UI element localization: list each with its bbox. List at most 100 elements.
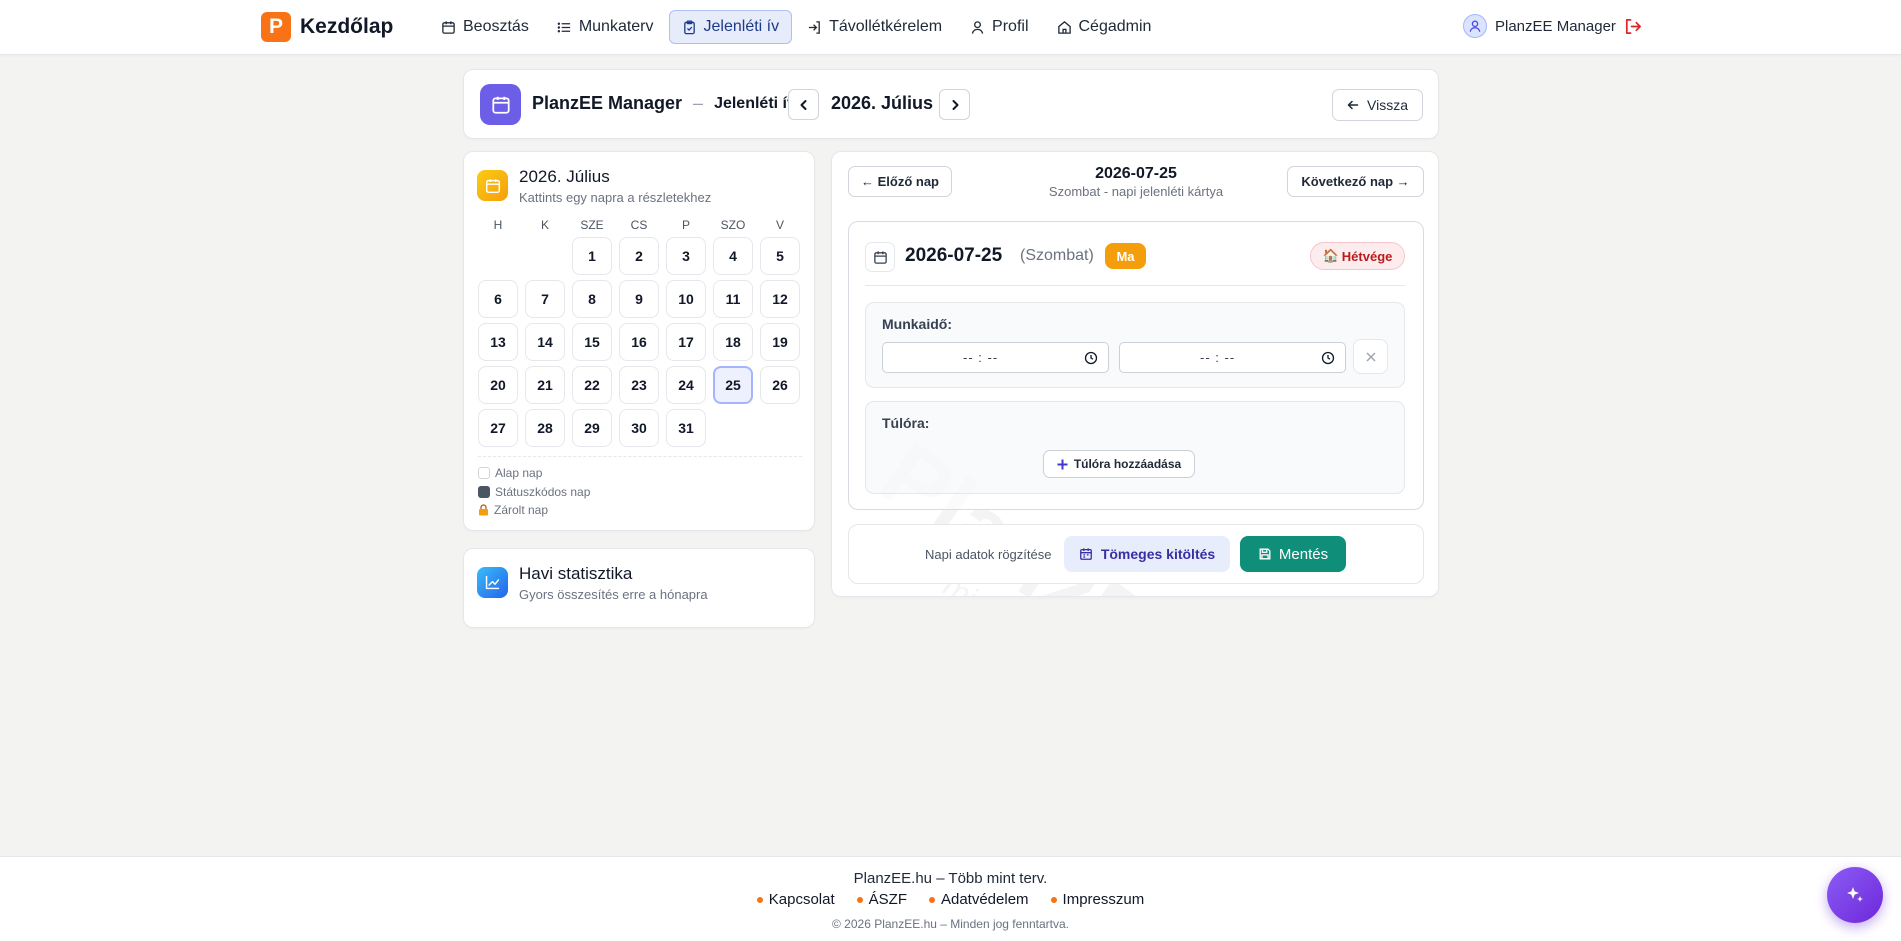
monthly-stats[interactable]: Havi statisztika Gyors összesítés erre a… [463, 548, 815, 628]
close-icon [1366, 352, 1375, 361]
calendar-day[interactable]: 24 [666, 366, 706, 404]
weekday-header: K [540, 218, 549, 232]
footer-links: Kapcsolat ÁSZF Adatvédelem Impresszum [0, 891, 1901, 908]
divider [478, 456, 802, 457]
clear-time-button[interactable] [1353, 339, 1388, 374]
calendar-day[interactable]: 2 [619, 237, 659, 275]
calendar-day[interactable]: 8 [572, 280, 612, 318]
company-name: PlanzEE Manager [532, 93, 683, 113]
calendar-day[interactable]: 26 [760, 366, 800, 404]
calendar-day[interactable]: 3 [666, 237, 706, 275]
calendar-day[interactable]: 12 [760, 280, 800, 318]
calendar-day[interactable]: 15 [572, 323, 612, 361]
nav-item-profil[interactable]: Profil [957, 10, 1041, 44]
calendar-day[interactable]: 14 [525, 323, 565, 361]
work-time-label: Munkaidő: [882, 316, 952, 332]
bulk-fill-button[interactable]: Tömeges kitöltés [1064, 536, 1230, 572]
next-month-button[interactable] [939, 89, 970, 120]
nav-item-beosztas[interactable]: Beosztás [428, 10, 542, 44]
chevron-right-icon [952, 99, 958, 110]
legend-basic-day: Alap nap [478, 466, 542, 480]
calendar-day[interactable]: 19 [760, 323, 800, 361]
logout-icon [1625, 18, 1641, 35]
home-icon [1057, 20, 1071, 34]
calendar-day[interactable]: 11 [713, 280, 753, 318]
calendar-day[interactable]: 9 [619, 280, 659, 318]
weekday-header: SZO [720, 218, 746, 232]
nav-label: Jelenléti ív [703, 18, 780, 35]
nav-item-munkaterv[interactable]: Munkaterv [544, 10, 667, 44]
footer-link-impresszum[interactable]: Impresszum [1050, 891, 1145, 908]
day-detail-panel: PlanzEE Több mint terv ← Előző nap 2026-… [831, 151, 1439, 597]
save-button[interactable]: Mentés [1240, 536, 1346, 572]
work-end-time-input[interactable]: -- : -- [1119, 342, 1346, 373]
day-heading: 2026-07-25 Szombat - napi jelenléti kárt… [1032, 165, 1240, 199]
weekend-label: Hétvége [1341, 248, 1393, 264]
nav-label: Beosztás [463, 18, 529, 35]
calendar-day[interactable]: 29 [572, 409, 612, 447]
calendar-day[interactable]: 25 [713, 366, 753, 404]
plus-icon [1057, 459, 1068, 469]
footer-link-label: ÁSZF [868, 891, 907, 908]
calendar-day[interactable]: 28 [525, 409, 565, 447]
nav-item-jelenleti-iv[interactable]: Jelenléti ív [668, 10, 793, 44]
calendar-day[interactable]: 21 [525, 366, 565, 404]
back-button[interactable]: Vissza [1332, 89, 1423, 121]
footer-link-kapcsolat[interactable]: Kapcsolat [756, 891, 835, 908]
add-overtime-button[interactable]: Túlóra hozzáadása [1043, 450, 1195, 478]
calendar-day[interactable]: 20 [478, 366, 518, 404]
footer-link-label: Adatvédelem [940, 891, 1029, 908]
calendar-day[interactable]: 27 [478, 409, 518, 447]
stats-subtitle: Gyors összesítés erre a hónapra [519, 587, 708, 602]
logout-button[interactable] [1623, 17, 1642, 36]
calendar-day[interactable]: 22 [572, 366, 612, 404]
day-name: (Szombat) [1020, 247, 1094, 264]
home-link[interactable]: P Kezdőlap [261, 12, 393, 42]
user-menu[interactable]: PlanzEE Manager [1463, 14, 1616, 38]
login-icon [808, 20, 820, 34]
legend-status-day: Státuszkódos nap [478, 485, 590, 499]
calendar-day[interactable]: 13 [478, 323, 518, 361]
weekday-header: H [493, 218, 503, 232]
calendar-day[interactable]: 16 [619, 323, 659, 361]
footer-link-label: Impresszum [1062, 891, 1145, 908]
calendar-day[interactable]: 31 [666, 409, 706, 447]
calendar-day[interactable]: 10 [666, 280, 706, 318]
calendar-day[interactable]: 7 [525, 280, 565, 318]
calendar-day[interactable]: 6 [478, 280, 518, 318]
lock-icon [479, 504, 488, 516]
prev-day-button[interactable]: ← Előző nap [848, 166, 952, 197]
house-icon: 🏠 [1322, 248, 1339, 263]
nav-item-cegadmin[interactable]: Cégadmin [1044, 10, 1165, 44]
top-navbar: P Kezdőlap Beosztás Munkaterv Jelenléti … [0, 0, 1901, 55]
time-placeholder: -- : -- [1200, 350, 1236, 365]
clipboard-icon [683, 19, 695, 34]
calendar-day[interactable]: 30 [619, 409, 659, 447]
footer-link-aszf[interactable]: ÁSZF [856, 891, 907, 908]
calendar-day[interactable]: 18 [713, 323, 753, 361]
nav-item-tavolletkerelem[interactable]: Távollétkérelem [794, 10, 955, 44]
calendar-day[interactable]: 4 [713, 237, 753, 275]
user-icon [1469, 20, 1481, 32]
calendar-title: 2026. Július [519, 167, 610, 186]
chart-icon [477, 567, 508, 598]
calendar-day[interactable]: 17 [666, 323, 706, 361]
calendar-day[interactable]: 5 [760, 237, 800, 275]
save-label: Mentés [1278, 545, 1329, 563]
calendar-day[interactable]: 1 [572, 237, 612, 275]
footer-link-adatvedelem[interactable]: Adatvédelem [928, 891, 1029, 908]
footer-link-label: Kapcsolat [768, 891, 835, 908]
prev-month-button[interactable] [788, 89, 819, 120]
add-overtime-label: Túlóra hozzáadása [1073, 457, 1182, 471]
save-icon [1259, 548, 1271, 560]
ai-assistant-button[interactable] [1827, 867, 1883, 923]
work-start-time-input[interactable]: -- : -- [882, 342, 1109, 373]
overtime-section: Túlóra: Túlóra hozzáadása [865, 401, 1405, 494]
legend-label: Státuszkódos nap [495, 485, 591, 499]
day-card: 2026-07-25 (Szombat) Ma 🏠 Hétvége Munkai… [848, 221, 1424, 510]
calendar-day[interactable]: 23 [619, 366, 659, 404]
calendar-icon [480, 84, 521, 125]
title-separator: – [693, 93, 704, 113]
next-day-button[interactable]: Következő nap → [1287, 166, 1424, 197]
footer-tagline: PlanzEE.hu – Több mint terv. [853, 870, 1048, 887]
